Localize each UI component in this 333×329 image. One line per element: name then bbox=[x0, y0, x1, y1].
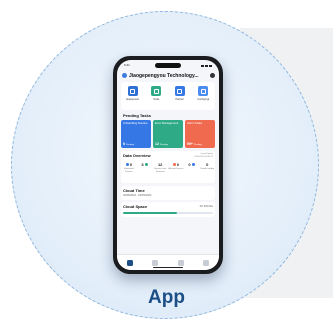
cloud-time-range: 02/25/2022 - 04/25/2023 bbox=[123, 194, 152, 197]
cloud-space-progress-fill bbox=[123, 212, 177, 214]
company-logo-icon bbox=[122, 73, 127, 78]
stat-item: 12 Devices to be Removed bbox=[154, 162, 167, 173]
stat-dot-icon bbox=[191, 163, 195, 167]
cloud-space-title: Cloud Space bbox=[123, 204, 148, 209]
overview-header: Data Overview Latest Update 06/01/2023 09… bbox=[121, 151, 215, 158]
status-time: 9:41 bbox=[124, 63, 130, 67]
stat-item: 3 bbox=[137, 162, 153, 173]
task-name: Alarm Tasks bbox=[187, 121, 203, 125]
task-count: 12 Pending bbox=[155, 142, 168, 146]
stat-item: 0 Revoke an App bbox=[200, 162, 214, 171]
quick-actions: Equipment Tools Partner Configmgt bbox=[121, 82, 215, 110]
data-overview-card[interactable]: Data Overview Latest Update 06/01/2023 09… bbox=[121, 151, 215, 183]
quick-action-partner[interactable]: Partner bbox=[169, 86, 191, 110]
cloud-space-progress bbox=[123, 212, 213, 214]
status-icons bbox=[201, 63, 212, 69]
stat-dot-icon bbox=[144, 163, 148, 167]
profile-tab-icon[interactable] bbox=[203, 259, 210, 266]
home-indicator bbox=[153, 266, 183, 268]
notification-icon[interactable] bbox=[210, 73, 215, 78]
task-count: 99+ Pending bbox=[187, 142, 202, 146]
quick-action-label: Configmgt bbox=[197, 98, 210, 101]
dynamic-island bbox=[155, 63, 181, 68]
app-header: Jiaogepengyou Technology... bbox=[122, 71, 215, 80]
stat-dot-icon bbox=[125, 163, 129, 167]
quick-action-configmgt[interactable]: Configmgt bbox=[192, 86, 214, 110]
task-count: 6 Pending bbox=[123, 142, 134, 146]
task-card-error[interactable]: Error Management 12 Pending bbox=[153, 120, 183, 148]
stat-item: 0 Affected Devices bbox=[168, 162, 184, 171]
overview-updated: Latest Update 06/01/2023 09:30:12 bbox=[194, 153, 213, 158]
app-caption: App bbox=[148, 287, 185, 308]
cloud-time-card[interactable]: Cloud Time 02/25/2022 - 04/25/2023 bbox=[121, 186, 215, 200]
devices-tab-icon[interactable] bbox=[152, 259, 159, 266]
phone-mockup: 9:41 Jiaogepengyou Technology... Equipme… bbox=[113, 56, 223, 274]
quick-action-label: Tools bbox=[153, 98, 160, 101]
overview-title: Data Overview bbox=[123, 153, 151, 158]
cloud-space-value: 0% 60/100G bbox=[199, 205, 213, 208]
company-title[interactable]: Jiaogepengyou Technology... bbox=[129, 73, 208, 79]
home-tab-icon[interactable] bbox=[126, 259, 133, 266]
partner-icon bbox=[174, 86, 185, 96]
task-card-routine[interactable]: Unhandling Routine 6 Pending bbox=[121, 120, 151, 148]
pending-tasks-title: Pending Tasks bbox=[123, 113, 151, 118]
messages-tab-icon[interactable] bbox=[177, 259, 184, 266]
equipment-icon bbox=[127, 86, 138, 96]
quick-action-equipment[interactable]: Equipment bbox=[122, 86, 144, 110]
quick-action-label: Equipment bbox=[126, 98, 139, 101]
task-name: Error Management bbox=[155, 121, 179, 125]
config-icon bbox=[198, 86, 209, 96]
stat-item: 0 bbox=[184, 162, 200, 173]
pending-tasks: Unhandling Routine 6 Pending Error Manag… bbox=[121, 120, 215, 148]
task-card-alarm[interactable]: Alarm Tasks 99+ Pending bbox=[185, 120, 215, 148]
stat-item: 0 Exhausted Devices bbox=[124, 162, 134, 173]
cloud-time-title: Cloud Time bbox=[123, 188, 145, 193]
stat-dot-icon bbox=[172, 163, 176, 167]
quick-action-tools[interactable]: Tools bbox=[145, 86, 167, 110]
phone-screen: 9:41 Jiaogepengyou Technology... Equipme… bbox=[117, 60, 219, 270]
cloud-space-card[interactable]: Cloud Space 0% 60/100G bbox=[121, 202, 215, 217]
task-name: Unhandling Routine bbox=[123, 121, 148, 125]
quick-action-label: Partner bbox=[175, 98, 184, 101]
overview-stats: 0 Exhausted Devices 3 12 Devices to be R… bbox=[121, 162, 215, 173]
tools-icon bbox=[151, 86, 162, 96]
